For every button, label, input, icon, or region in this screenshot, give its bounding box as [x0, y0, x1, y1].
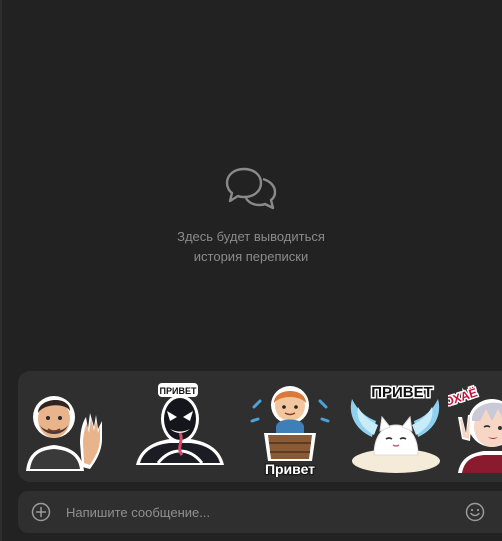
- smile-icon[interactable]: [465, 502, 485, 522]
- chat-bubbles-icon: [225, 167, 277, 210]
- barrel-boy-sticker[interactable]: Привет: [240, 377, 340, 478]
- empty-chat-state: Здесь будет выводиться история переписки: [0, 165, 502, 267]
- venom-caption: ПРИВЕТ: [160, 386, 197, 396]
- anime-boy-sticker[interactable]: ОХАЁ: [441, 377, 502, 477]
- barrel-boy-caption: Привет: [265, 461, 315, 477]
- venom-sticker[interactable]: ПРИВЕТ: [130, 377, 230, 477]
- empty-chat-line-2: история переписки: [193, 249, 309, 264]
- winged-cat-sticker[interactable]: ПРИВЕТ: [344, 377, 444, 477]
- empty-chat-text: Здесь будет выводиться история переписки: [177, 227, 325, 267]
- plus-circle-icon[interactable]: [31, 502, 51, 522]
- anime-boy-caption: ОХАЁ: [448, 384, 479, 409]
- message-composer: [18, 491, 502, 533]
- empty-chat-line-1: Здесь будет выводиться: [177, 229, 325, 244]
- sticker-suggestions: ПРИВЕТ Привет ПРИВЕТ ОХАЁ: [18, 371, 502, 482]
- winged-cat-caption: ПРИВЕТ: [371, 384, 433, 401]
- waving-man-sticker[interactable]: [20, 377, 120, 477]
- message-input[interactable]: [66, 491, 446, 533]
- panel-divider: [0, 0, 2, 541]
